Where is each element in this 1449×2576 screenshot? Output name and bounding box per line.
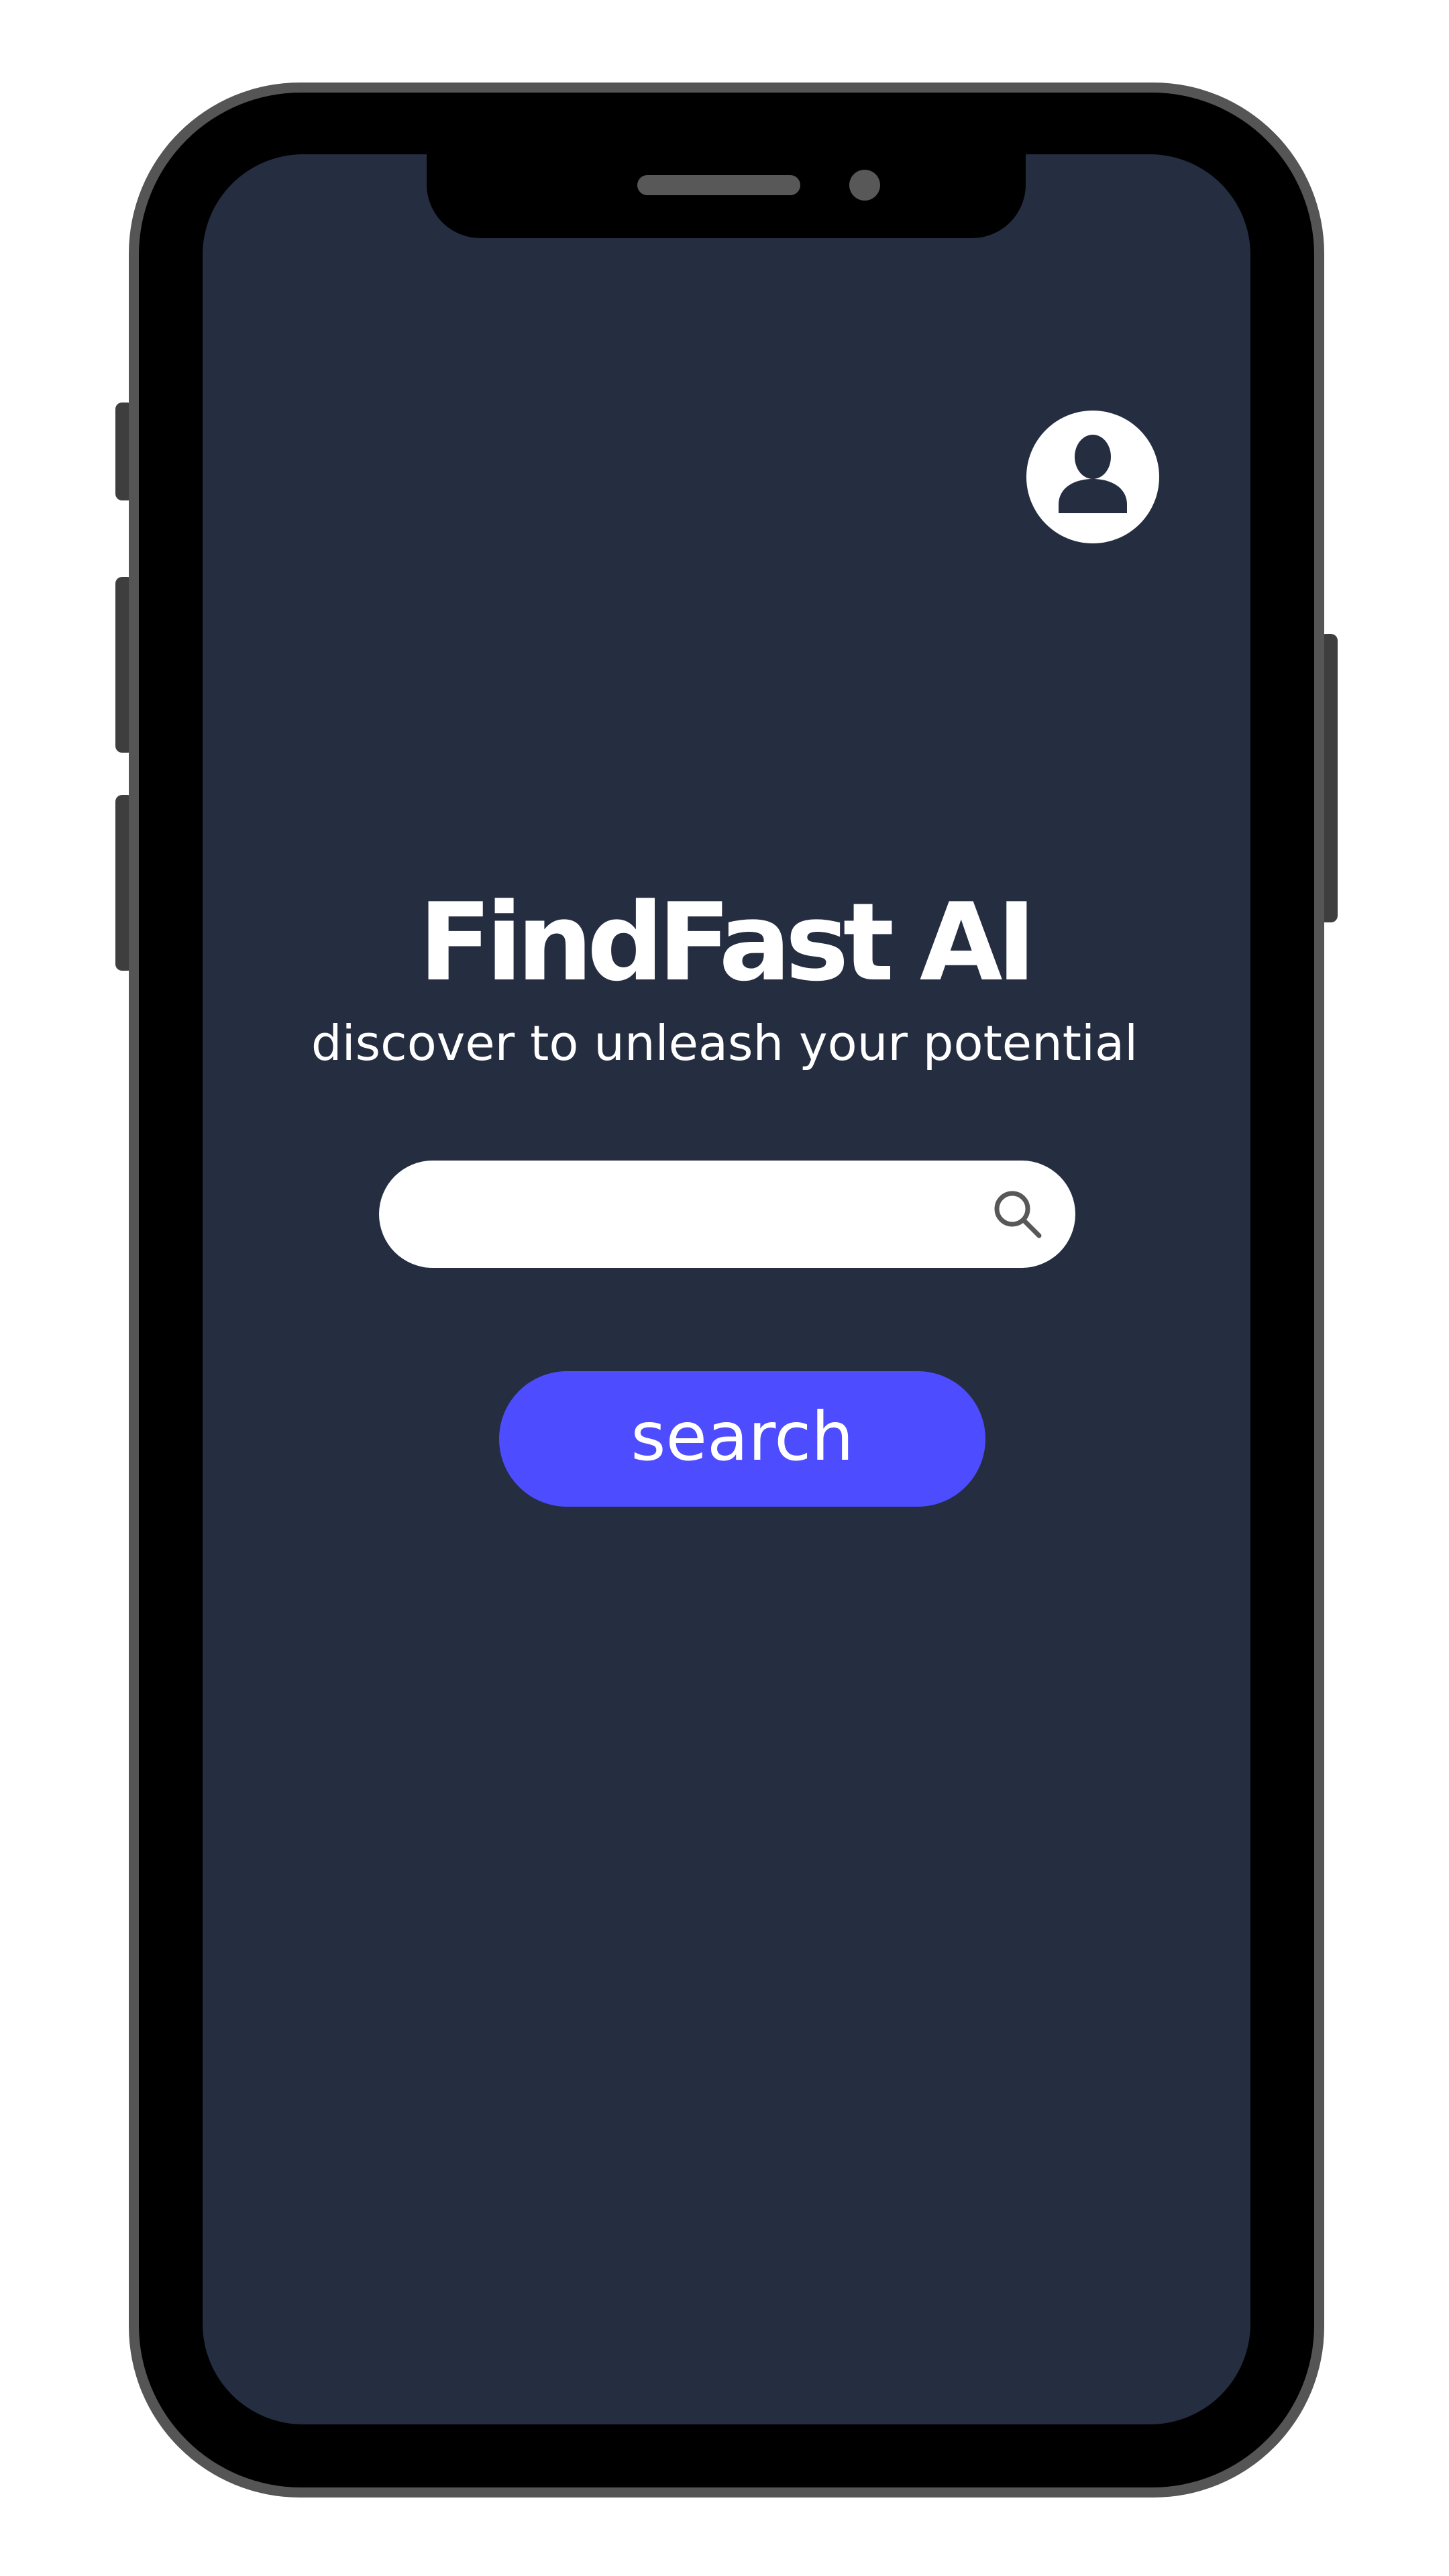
search-input[interactable] (433, 1181, 972, 1249)
profile-avatar-button[interactable] (1026, 411, 1159, 543)
front-camera (849, 170, 880, 201)
search-bar[interactable] (379, 1161, 1075, 1268)
search-icon[interactable] (989, 1186, 1046, 1242)
user-avatar-icon (1059, 435, 1127, 513)
app-title: FindFast AI (418, 879, 1036, 1005)
speaker-grille (637, 175, 800, 195)
search-button[interactable]: search (499, 1371, 985, 1507)
app-tagline: discover to unleash your potential (311, 1015, 1138, 1071)
